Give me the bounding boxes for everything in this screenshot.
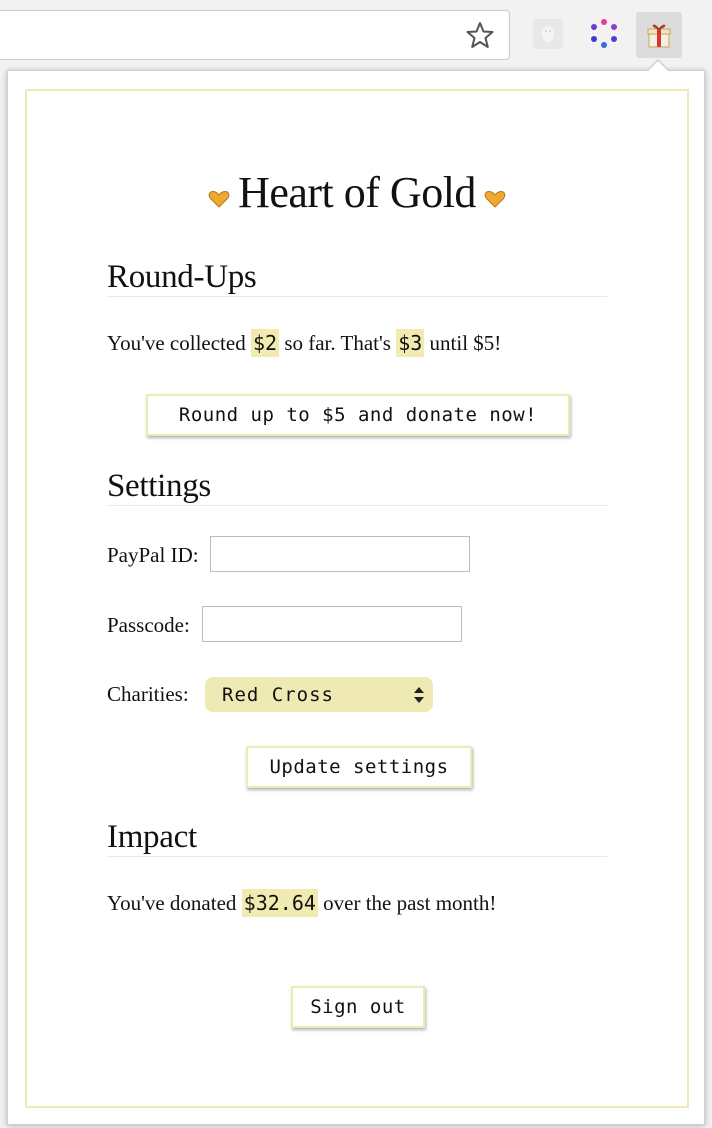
update-settings-button[interactable]: Update settings: [246, 746, 472, 788]
donate-now-button[interactable]: Round up to $5 and donate now!: [146, 394, 570, 436]
star-icon[interactable]: [465, 20, 495, 50]
paypal-id-input[interactable]: [210, 536, 470, 572]
passcode-label: Passcode:: [107, 613, 190, 637]
charities-label: Charities:: [107, 682, 189, 706]
roundups-text-b: so far. That's: [279, 331, 397, 355]
popup-pointer-fill: [648, 61, 668, 71]
gift-extension-icon[interactable]: [636, 12, 682, 58]
address-bar[interactable]: [0, 10, 510, 60]
donated-amount: $32.64: [241, 889, 318, 917]
ghost-extension-icon[interactable]: [528, 14, 568, 54]
dots-extension-icon[interactable]: [584, 14, 624, 54]
charity-select[interactable]: Red Cross: [205, 677, 433, 712]
browser-toolbar: [0, 0, 712, 70]
impact-text-a: You've donated: [107, 891, 242, 915]
roundups-status: You've collected $2 so far. That's $3 un…: [107, 329, 502, 357]
impact-heading: Impact: [107, 819, 607, 857]
impact-status: You've donated $32.64 over the past mont…: [107, 889, 497, 917]
remaining-amount: $3: [396, 329, 425, 357]
title-text: Heart of Gold: [238, 168, 476, 217]
popup-frame: [25, 89, 689, 1108]
collected-amount: $2: [250, 329, 280, 357]
heart-icon: [208, 169, 230, 220]
paypal-label: PayPal ID:: [107, 543, 199, 567]
sign-out-button[interactable]: Sign out: [291, 986, 425, 1028]
roundups-heading: Round-Ups: [107, 259, 607, 297]
charity-selected-value: Red Cross: [222, 683, 334, 706]
roundups-text-c: until $5!: [424, 331, 502, 355]
page-title: Heart of Gold: [8, 167, 706, 222]
heart-icon: [484, 169, 506, 220]
roundups-text-a: You've collected: [107, 331, 251, 355]
impact-text-b: over the past month!: [317, 891, 497, 915]
select-arrows-icon: [413, 685, 425, 710]
extension-popup: Heart of Gold Round-Ups You've collected…: [7, 70, 705, 1125]
settings-heading: Settings: [107, 468, 607, 506]
passcode-input[interactable]: [202, 606, 462, 642]
